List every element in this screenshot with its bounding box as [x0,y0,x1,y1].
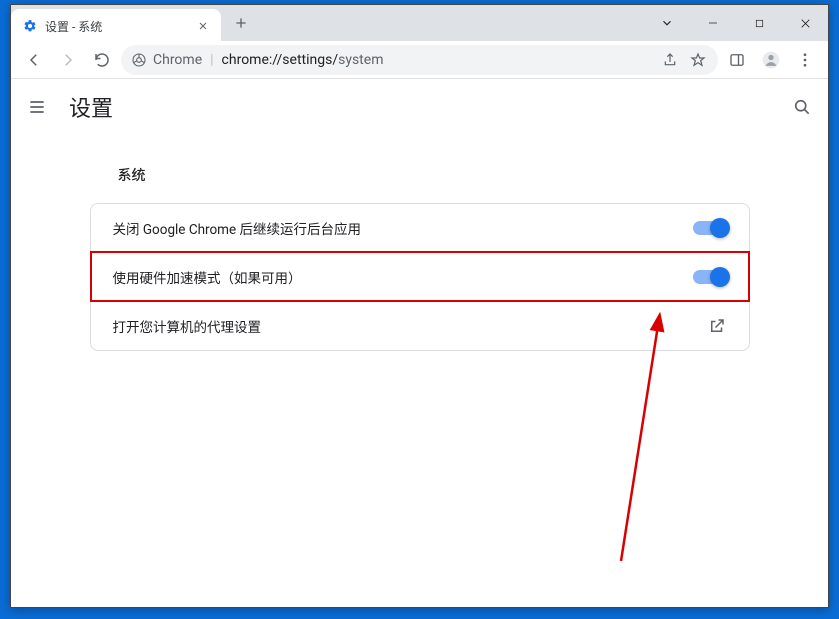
browser-menu-icon[interactable] [790,45,820,75]
toggle-switch[interactable] [693,221,727,235]
section-title: 系统 [90,155,750,203]
setting-label: 打开您计算机的代理设置 [113,316,707,336]
bookmark-icon[interactable] [688,45,708,75]
forward-button[interactable] [53,45,83,75]
reload-button[interactable] [87,45,117,75]
tab-strip: 设置 - 系统 [11,5,828,41]
maximize-button[interactable] [736,5,782,41]
chrome-icon [131,52,147,68]
minimize-button[interactable] [690,5,736,41]
settings-card: 关闭 Google Chrome 后继续运行后台应用 使用硬件加速模式（如果可用… [90,203,750,351]
external-link-icon [707,316,727,336]
share-icon[interactable] [660,45,680,75]
back-button[interactable] [19,45,49,75]
setting-label: 使用硬件加速模式（如果可用） [113,267,693,287]
new-tab-button[interactable] [227,5,255,41]
gear-icon [23,19,37,33]
profile-icon[interactable] [756,45,786,75]
setting-row-hardware-acceleration[interactable]: 使用硬件加速模式（如果可用） [91,252,749,301]
address-bar[interactable]: Chrome | chrome://settings/system [121,45,718,75]
url-separator: | [210,52,213,68]
toggle-switch[interactable] [693,270,727,284]
site-name: Chrome [153,52,202,68]
setting-label: 关闭 Google Chrome 后继续运行后台应用 [113,218,693,238]
browser-toolbar: Chrome | chrome://settings/system [11,41,828,79]
close-tab-icon[interactable] [195,18,211,34]
url-text: chrome://settings/system [222,52,384,68]
chevron-down-icon[interactable] [644,5,690,41]
close-window-button[interactable] [782,5,828,41]
menu-icon[interactable] [25,95,49,119]
side-panel-icon[interactable] [722,45,752,75]
settings-page: 设置 系统 关闭 Google Chrome 后继续运行后台应用 使用硬件加速模… [11,79,828,607]
page-title: 设置 [69,91,113,123]
settings-appbar: 设置 [11,79,828,135]
active-tab[interactable]: 设置 - 系统 [11,9,221,43]
site-identity: Chrome [131,52,202,68]
setting-row-background-apps[interactable]: 关闭 Google Chrome 后继续运行后台应用 [91,204,749,252]
window-controls [644,5,828,41]
search-icon[interactable] [790,95,814,119]
browser-window: 设置 - 系统 C [10,4,829,608]
setting-row-proxy-settings[interactable]: 打开您计算机的代理设置 [91,301,749,350]
tab-title: 设置 - 系统 [45,18,187,35]
